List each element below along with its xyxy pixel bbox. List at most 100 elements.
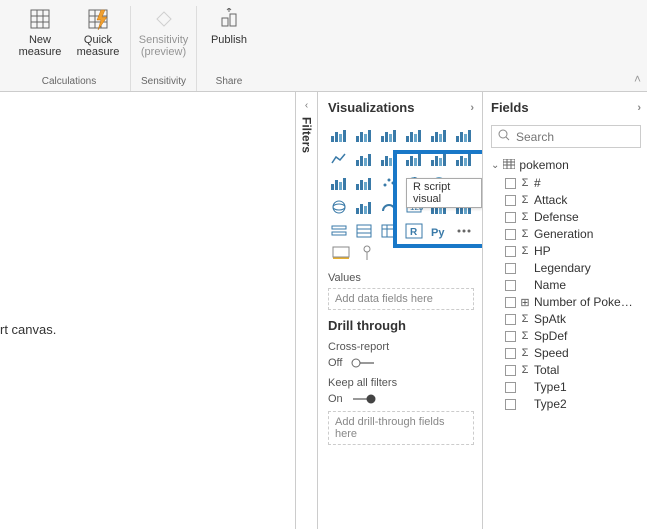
field-name: Type1 (534, 380, 567, 394)
ribbon-label: Quickmeasure (77, 34, 120, 58)
field-checkbox[interactable] (505, 314, 516, 325)
viz-line-icon[interactable] (328, 149, 350, 169)
fields-tab-icon[interactable] (332, 245, 350, 264)
field-name: Type2 (534, 397, 567, 411)
viz-stacked-area-icon[interactable] (378, 149, 400, 169)
viz-pie-icon[interactable] (403, 173, 425, 193)
cross-report-toggle[interactable] (350, 358, 376, 368)
viz-line-col-icon[interactable] (403, 149, 425, 169)
field-checkbox[interactable] (505, 399, 516, 410)
viz-donut-icon[interactable] (428, 173, 450, 193)
report-canvas[interactable]: rt canvas. (0, 92, 295, 529)
values-field-well[interactable]: Add data fields here (328, 288, 474, 310)
viz-more-icon[interactable] (453, 221, 475, 241)
publish-button[interactable]: Publish (207, 6, 251, 58)
field-row[interactable]: ΣSpAtk (491, 312, 641, 326)
viz-clustered-col-icon[interactable] (403, 125, 425, 145)
field-row[interactable]: ΣSpDef (491, 329, 641, 343)
ribbon-group-label: Sensitivity (141, 74, 186, 91)
viz-line-col2-icon[interactable] (428, 149, 450, 169)
visualizations-pane: Visualizations › 123RPy R script visual … (317, 92, 482, 529)
viz-waterfall-icon[interactable] (328, 173, 350, 193)
field-row[interactable]: Legendary (491, 261, 641, 275)
canvas-placeholder-text: rt canvas. (0, 322, 56, 337)
viz-stacked-bar-icon[interactable] (328, 125, 350, 145)
field-checkbox[interactable] (505, 297, 516, 308)
viz-python-visual-icon[interactable]: Py (428, 221, 450, 241)
chevron-right-icon[interactable]: › (637, 102, 641, 114)
viz-stacked-col-icon[interactable] (353, 125, 375, 145)
field-name: Name (534, 278, 566, 292)
ribbon-label: Sensitivity(preview) (139, 34, 189, 58)
field-checkbox[interactable] (505, 365, 516, 376)
table-header-pokemon[interactable]: ⌄ pokemon (491, 158, 641, 172)
viz-map-icon[interactable] (328, 197, 350, 217)
viz-matrix-icon[interactable] (378, 221, 400, 241)
viz-100-bar-icon[interactable] (428, 125, 450, 145)
field-checkbox[interactable] (505, 263, 516, 274)
field-checkbox[interactable] (505, 246, 516, 257)
viz-slicer-icon[interactable] (328, 221, 350, 241)
field-name: Generation (534, 227, 593, 241)
viz-funnel-icon[interactable] (353, 173, 375, 193)
field-row[interactable]: ΣHP (491, 244, 641, 258)
viz-table-icon[interactable] (353, 221, 375, 241)
field-row[interactable]: ΣSpeed (491, 346, 641, 360)
field-checkbox[interactable] (505, 229, 516, 240)
viz-100-col-icon[interactable] (453, 125, 475, 145)
fields-pane: Fields › ⌄ pokemon Σ#ΣAttackΣDefenseΣGen… (482, 92, 647, 529)
field-checkbox[interactable] (505, 331, 516, 342)
svg-text:Py: Py (431, 227, 445, 239)
field-row[interactable]: Name (491, 278, 641, 292)
field-row[interactable]: Σ# (491, 176, 641, 190)
sigma-icon: Σ (520, 364, 530, 376)
keep-filters-toggle[interactable] (351, 394, 377, 404)
viz-kpi-icon[interactable] (453, 197, 475, 217)
field-name: SpAtk (534, 312, 566, 326)
toggle-value: On (328, 393, 343, 405)
field-checkbox[interactable] (505, 195, 516, 206)
field-row[interactable]: ΣGeneration (491, 227, 641, 241)
field-name: # (534, 176, 541, 190)
field-row[interactable]: ΣDefense (491, 210, 641, 224)
quick-measure-button[interactable]: Quickmeasure (76, 6, 120, 58)
viz-r-visual-icon[interactable]: R (403, 221, 425, 241)
ribbon-group-calculations: Newmeasure Quickmeasure Calculations (8, 6, 131, 91)
ribbon-collapse-chevron-icon[interactable]: ˄ (634, 72, 641, 86)
new-measure-button[interactable]: Newmeasure (18, 6, 62, 58)
viz-clustered-bar-icon[interactable] (378, 125, 400, 145)
pane-header: Fields › (491, 100, 641, 115)
field-checkbox[interactable] (505, 280, 516, 291)
viz-area-icon[interactable] (353, 149, 375, 169)
viz-multi-card-icon[interactable] (428, 197, 450, 217)
field-row[interactable]: ⊞Number of Poke… (491, 295, 641, 309)
ribbon-label: Publish (211, 34, 247, 58)
fields-search-box[interactable] (491, 125, 641, 148)
viz-treemap-icon[interactable] (453, 173, 475, 193)
drill-through-field-well[interactable]: Add drill-through fields here (328, 411, 474, 445)
viz-card-icon[interactable]: 123 (403, 197, 425, 217)
table-name: pokemon (519, 158, 568, 172)
field-row[interactable]: Type2 (491, 397, 641, 411)
field-checkbox[interactable] (505, 212, 516, 223)
filters-pane-collapsed[interactable]: ‹ Filters (295, 92, 317, 529)
field-row[interactable]: Type1 (491, 380, 641, 394)
viz-gauge-icon[interactable] (378, 197, 400, 217)
field-checkbox[interactable] (505, 348, 516, 359)
sigma-icon: Σ (520, 211, 530, 223)
visualization-gallery: 123 R Py (328, 125, 474, 241)
viz-ribbon-icon[interactable] (453, 149, 475, 169)
field-checkbox[interactable] (505, 382, 516, 393)
chevron-left-icon[interactable]: ‹ (305, 100, 308, 111)
viz-scatter-icon[interactable] (378, 173, 400, 193)
field-row[interactable]: ΣTotal (491, 363, 641, 377)
fields-search-input[interactable] (516, 130, 634, 144)
chevron-right-icon[interactable]: › (470, 102, 474, 114)
values-label: Values (328, 272, 474, 284)
sigma-icon: Σ (520, 177, 530, 189)
cross-report-label: Cross-report (328, 341, 474, 353)
field-row[interactable]: ΣAttack (491, 193, 641, 207)
format-tab-icon[interactable] (360, 245, 374, 264)
viz-filled-map-icon[interactable] (353, 197, 375, 217)
field-checkbox[interactable] (505, 178, 516, 189)
